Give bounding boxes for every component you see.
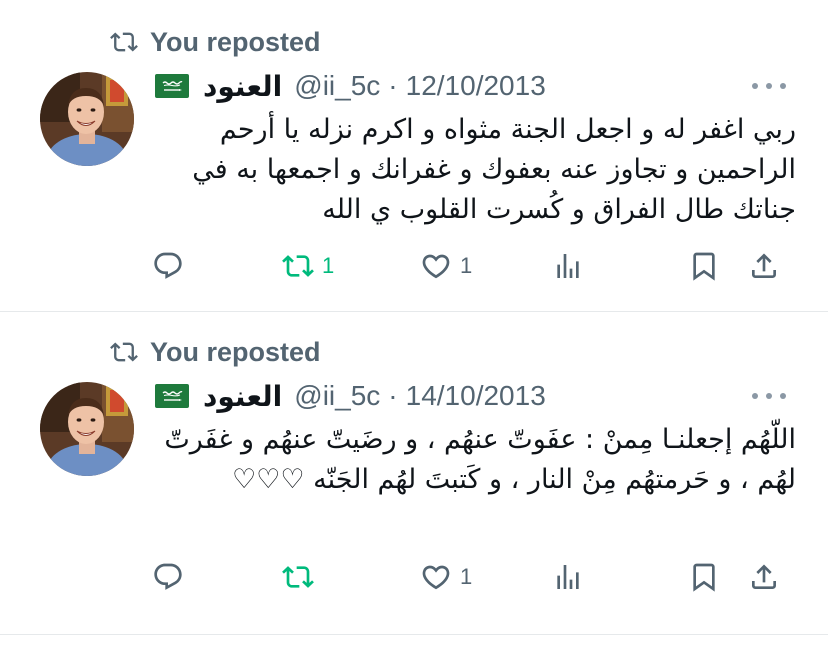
user-handle[interactable]: @ii_5c bbox=[294, 70, 380, 102]
bookmark-button[interactable] bbox=[688, 559, 720, 595]
repost-count: 1 bbox=[322, 253, 335, 278]
avatar[interactable] bbox=[40, 72, 134, 166]
repost-icon bbox=[282, 250, 314, 282]
like-button[interactable]: 1 bbox=[420, 559, 472, 595]
more-options-icon[interactable] bbox=[752, 391, 786, 401]
repost-icon bbox=[108, 28, 140, 56]
tweet[interactable]: You reposted العنود @ii_5c · 14/10/2013 … bbox=[0, 312, 828, 634]
tweet-text: اللّهُم إجعلنـا مِمنْ : عفَوتّ عنهُم ، و… bbox=[164, 424, 796, 495]
repost-icon bbox=[282, 561, 314, 593]
separator-dot: · bbox=[388, 380, 398, 411]
like-count: 1 bbox=[460, 253, 473, 278]
heart-icon bbox=[420, 250, 452, 282]
display-name[interactable]: العنود bbox=[203, 380, 282, 413]
display-name[interactable]: العنود bbox=[203, 70, 282, 103]
like-count: 1 bbox=[460, 564, 473, 589]
heart-icon bbox=[420, 561, 452, 593]
action-bar: 1 bbox=[152, 559, 792, 595]
views-button[interactable] bbox=[552, 559, 584, 595]
share-button[interactable] bbox=[748, 559, 780, 595]
bookmark-icon bbox=[688, 561, 720, 593]
action-bar: 1 1 bbox=[152, 248, 792, 284]
share-icon bbox=[748, 561, 780, 593]
more-options-icon[interactable] bbox=[752, 81, 786, 91]
bookmark-icon bbox=[688, 250, 720, 282]
saudi-flag-icon bbox=[155, 74, 189, 98]
tweet-header: العنود @ii_5c · 12/10/2013 bbox=[155, 66, 546, 106]
tweet[interactable]: You reposted العنود @ii_5c · 12/10/2013 … bbox=[0, 0, 828, 311]
divider bbox=[0, 634, 828, 635]
repost-button[interactable] bbox=[282, 559, 322, 595]
user-handle[interactable]: @ii_5c bbox=[294, 380, 380, 412]
share-icon bbox=[748, 250, 780, 282]
views-icon bbox=[552, 250, 584, 282]
repost-context: You reposted bbox=[108, 335, 321, 369]
avatar[interactable] bbox=[40, 382, 134, 476]
repost-context: You reposted bbox=[108, 25, 321, 59]
bookmark-button[interactable] bbox=[688, 248, 720, 284]
share-button[interactable] bbox=[748, 248, 780, 284]
saudi-flag-icon bbox=[155, 384, 189, 408]
views-button[interactable] bbox=[552, 248, 584, 284]
views-icon bbox=[552, 561, 584, 593]
separator-dot: · bbox=[388, 70, 398, 101]
reply-icon bbox=[152, 250, 184, 282]
reply-button[interactable] bbox=[152, 248, 184, 284]
reply-button[interactable] bbox=[152, 559, 184, 595]
like-button[interactable]: 1 bbox=[420, 248, 472, 284]
repost-button[interactable]: 1 bbox=[282, 248, 334, 284]
repost-label: You reposted bbox=[150, 26, 321, 57]
tweet-text: ربي اغفر له و اجعل الجنة مثواه و اكرم نز… bbox=[192, 114, 796, 225]
repost-label: You reposted bbox=[150, 336, 321, 367]
repost-icon bbox=[108, 338, 140, 366]
tweet-header: العنود @ii_5c · 14/10/2013 bbox=[155, 376, 546, 416]
tweet-date[interactable]: 12/10/2013 bbox=[406, 70, 546, 102]
tweet-date[interactable]: 14/10/2013 bbox=[406, 380, 546, 412]
reply-icon bbox=[152, 561, 184, 593]
